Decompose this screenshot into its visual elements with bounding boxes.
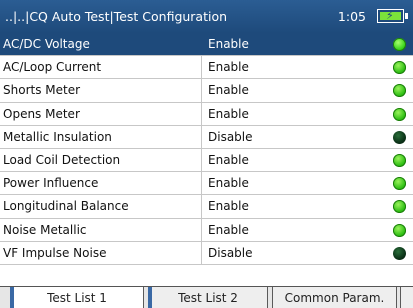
test-value-dropdown[interactable]: Enable [201, 195, 386, 218]
battery-charging-icon: ⚡ [377, 9, 408, 23]
status-led-icon [393, 223, 406, 237]
table-row[interactable]: Power Influence Enable [0, 172, 413, 196]
test-value-dropdown[interactable]: Enable [201, 102, 386, 125]
tab-test-list-1[interactable]: Test List 1 [10, 287, 144, 308]
table-row[interactable]: Metallic Insulation Disable [0, 125, 413, 149]
test-name: Metallic Insulation [3, 129, 112, 144]
test-name: VF Impulse Noise [3, 245, 107, 260]
test-value-dropdown[interactable]: Enable [201, 33, 386, 56]
status-led-icon [393, 153, 406, 167]
test-name: Load Coil Detection [3, 153, 121, 168]
table-row[interactable]: AC/DC Voltage Enable [0, 33, 413, 57]
status-led-icon [393, 61, 406, 75]
test-value-dropdown[interactable]: Enable [201, 148, 386, 172]
tab-common-param[interactable]: Common Param. [272, 287, 397, 308]
status-led-icon [393, 246, 406, 260]
status-led-icon [393, 130, 406, 144]
tab-label: Common Param. [284, 290, 385, 305]
table-row[interactable]: Opens Meter Enable [0, 102, 413, 126]
table-row[interactable]: Longitudinal Balance Enable [0, 195, 413, 219]
test-value-dropdown[interactable]: Enable [201, 172, 386, 195]
tab-overflow[interactable] [400, 287, 413, 308]
test-value-dropdown[interactable]: Disable [201, 125, 386, 148]
status-led-icon [393, 38, 406, 51]
tab-label: Test List 2 [178, 290, 238, 305]
test-name: AC/Loop Current [3, 60, 102, 75]
test-name: Opens Meter [3, 106, 80, 121]
clock: 1:05 [337, 9, 366, 24]
test-name: Longitudinal Balance [3, 199, 129, 214]
status-led-icon [393, 200, 406, 214]
breadcrumb-title: ..|..|CQ Auto Test|Test Configuration [5, 9, 228, 24]
test-name: Power Influence [3, 176, 99, 191]
tab-bar: Test List 1 Test List 2 Common Param. [0, 286, 413, 308]
table-row[interactable]: Noise Metallic Enable [0, 218, 413, 242]
test-value-dropdown[interactable]: Enable [201, 218, 386, 241]
test-name: AC/DC Voltage [3, 37, 90, 52]
table-row[interactable]: AC/Loop Current Enable [0, 56, 413, 80]
tab-edge [148, 287, 152, 308]
test-name: Shorts Meter [3, 83, 81, 98]
test-value-dropdown[interactable]: Disable [201, 241, 386, 264]
table-row[interactable]: Shorts Meter Enable [0, 79, 413, 103]
test-configuration-table: AC/DC Voltage Enable AC/Loop Current Ena… [0, 33, 413, 265]
status-led-icon [393, 107, 406, 121]
table-row[interactable]: Load Coil Detection Enable [0, 148, 413, 173]
status-led-icon [393, 177, 406, 191]
charging-bolt-icon: ⚡ [386, 9, 394, 22]
tab-test-list-2[interactable]: Test List 2 [148, 287, 268, 308]
test-name: Noise Metallic [3, 222, 87, 237]
status-led-icon [393, 84, 406, 98]
test-value-dropdown[interactable]: Enable [201, 56, 386, 79]
table-row[interactable]: VF Impulse Noise Disable [0, 241, 413, 265]
test-value-dropdown[interactable]: Enable [201, 79, 386, 102]
tab-label: Test List 1 [47, 290, 107, 305]
tab-edge [10, 287, 14, 308]
title-bar: ..|..|CQ Auto Test|Test Configuration 1:… [0, 0, 413, 33]
